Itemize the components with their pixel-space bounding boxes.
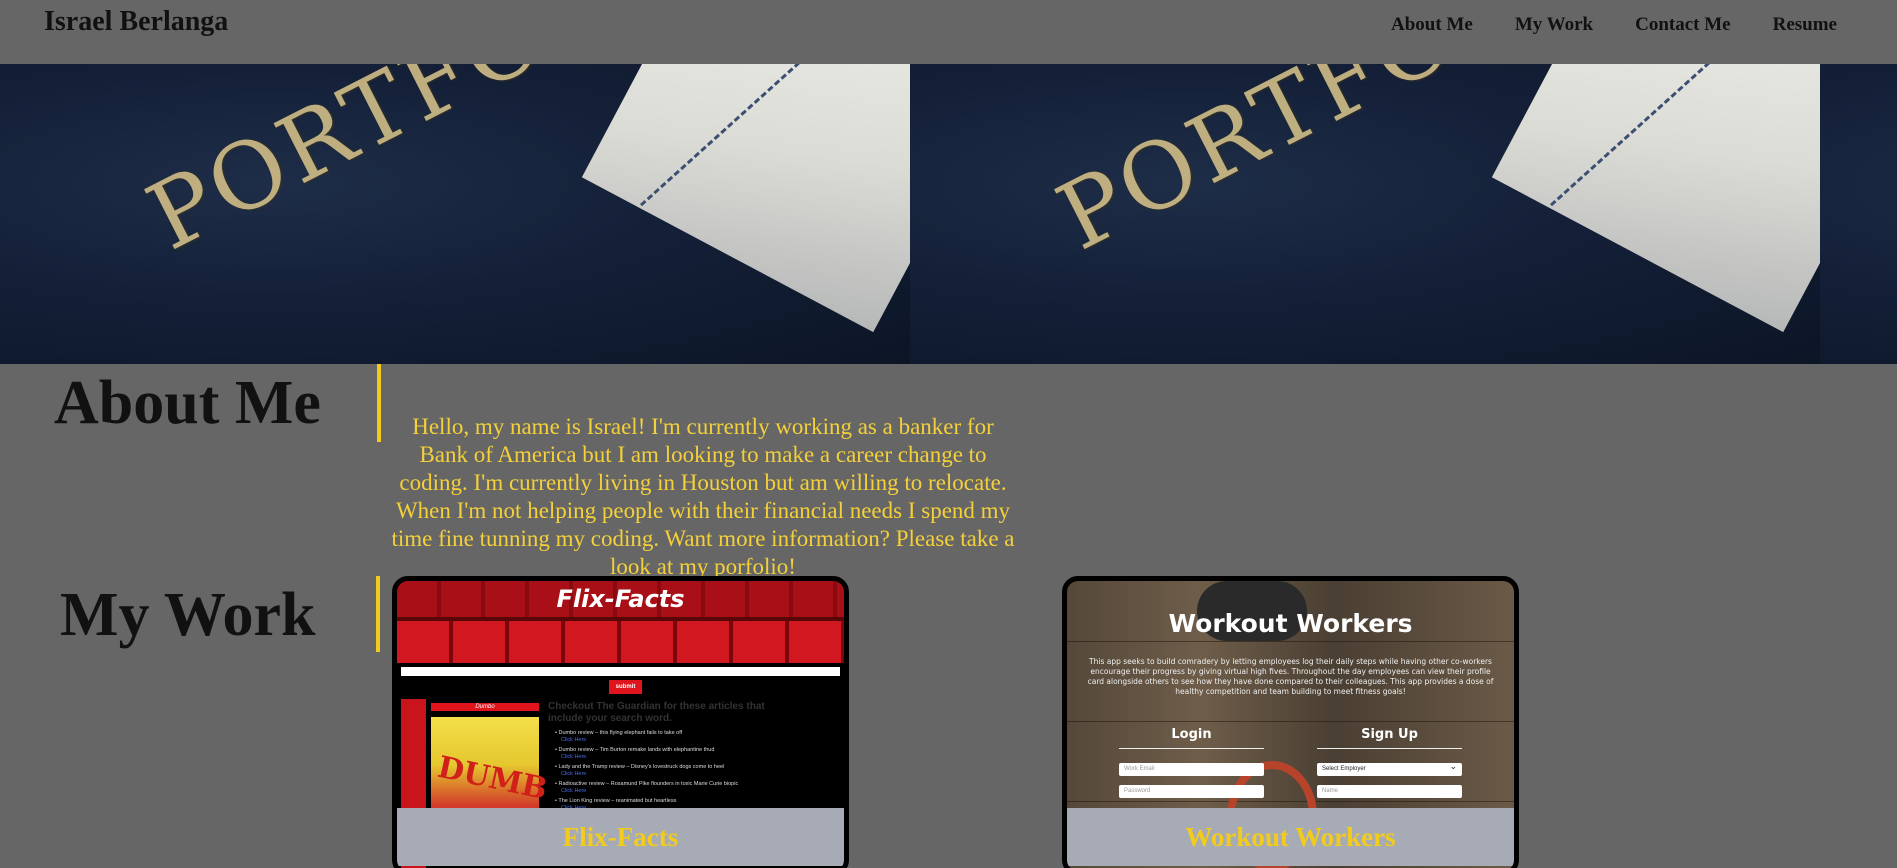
workout-workers-description: This app seeks to build comradery by let… [1087, 657, 1494, 696]
name-field: Name [1317, 785, 1462, 798]
hero-image: PORTFOLIO [910, 64, 1820, 364]
flix-facts-article-heading: Checkout The Guardian for these articles… [548, 701, 765, 724]
flix-facts-app-title: Flix-Facts [556, 585, 685, 613]
about-divider [377, 364, 381, 442]
project-card-workout-workers[interactable]: Workout Workers This app seeks to build … [1062, 576, 1519, 868]
about-text: Hello, my name is Israel! I'm currently … [391, 414, 1015, 579]
list-item: Dumbo review – Tim Burton remake lands w… [555, 747, 795, 761]
hero-banner: PORTFOLIO PORTFOLIO [0, 64, 1897, 364]
workout-workers-app-title: Workout Workers [1168, 609, 1413, 638]
brand-name[interactable]: Israel Berlanga [44, 6, 228, 38]
flix-facts-search-bar [401, 667, 840, 676]
nav-my-work[interactable]: My Work [1515, 14, 1593, 36]
hero-image: PORTFOLIO [0, 64, 910, 364]
main-nav: About Me My Work Contact Me Resume [1349, 14, 1837, 36]
password-field: Password [1119, 785, 1264, 798]
tab-sign-up: Sign Up [1317, 727, 1462, 749]
list-item: Radioactive review – Rosamund Pike floun… [555, 781, 795, 795]
hero-image [1820, 64, 1897, 364]
work-title: My Work [60, 581, 316, 649]
list-item: Lady and the Tramp review – Disney's lov… [555, 764, 795, 778]
flix-facts-article-list: Dumbo review – this flying elephant fail… [555, 730, 795, 815]
list-item: Dumbo review – this flying elephant fail… [555, 730, 795, 744]
employer-select: Select Employer [1317, 760, 1462, 776]
flix-facts-submit-button: submit [609, 680, 642, 694]
about-title: About Me [54, 369, 321, 437]
site-header: Israel Berlanga About Me My Work Contact… [0, 0, 1897, 64]
work-email-field: Work Email [1119, 763, 1264, 776]
nav-resume[interactable]: Resume [1773, 14, 1837, 36]
project-card-flix-facts[interactable]: Flix-Facts submit Dumbo DUMB Checkout Th… [392, 576, 849, 868]
nav-contact-me[interactable]: Contact Me [1635, 14, 1731, 36]
project-caption-flix-facts[interactable]: Flix-Facts [397, 808, 844, 866]
flix-facts-poster-label: Dumbo [431, 703, 539, 711]
work-divider [376, 576, 380, 652]
project-caption-workout-workers[interactable]: Workout Workers [1067, 808, 1514, 866]
nav-about-me[interactable]: About Me [1391, 14, 1473, 36]
tab-login: Login [1119, 727, 1264, 749]
